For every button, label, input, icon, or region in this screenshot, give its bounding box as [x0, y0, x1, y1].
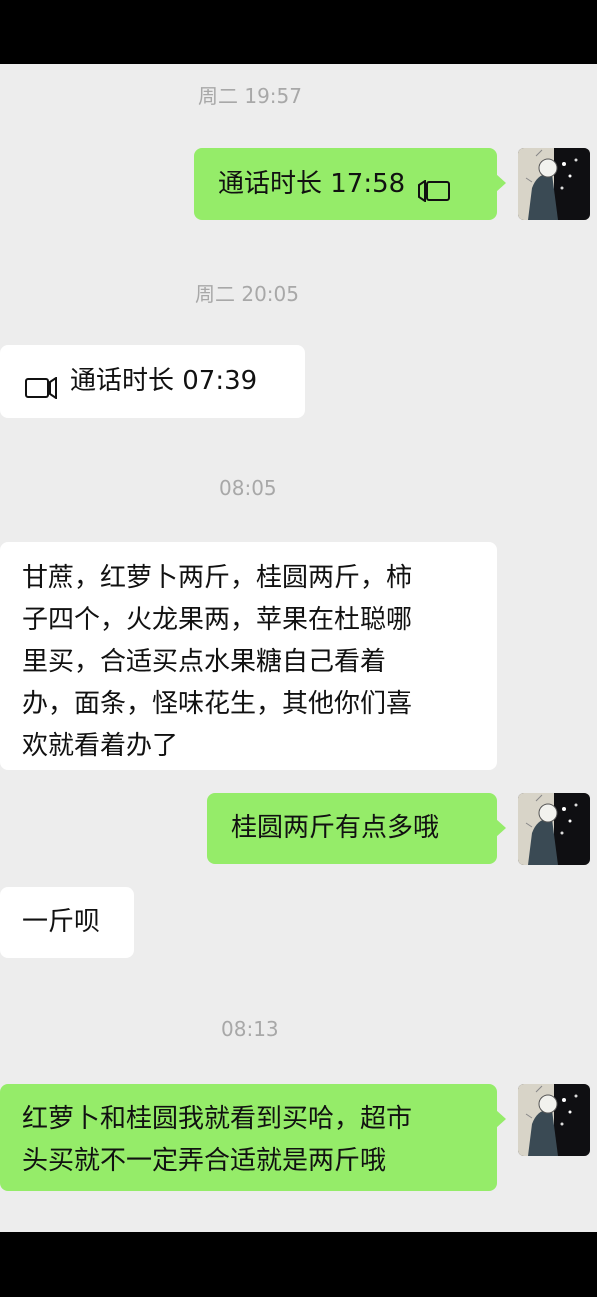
call-duration-text: 通话时长 07:39: [70, 366, 258, 396]
message-bubble-sent[interactable]: 红萝卜和桂圆我就看到买哈，超市 头买就不一定弄合适就是两斤哦: [0, 1084, 506, 1191]
chat-message-list[interactable]: 周二 19:57 通话时长 17:58 周二 20:05 通话时长 07:39 …: [0, 64, 597, 1232]
message-line: 甘蔗，红萝卜两斤，桂圆两斤，柿: [22, 563, 413, 593]
message-line: 子四个，火龙果两，苹果在杜聪哪: [22, 605, 413, 635]
timestamp: 08:05: [219, 476, 277, 500]
call-record-bubble-received[interactable]: 通话时长 07:39: [0, 345, 305, 418]
navigation-bar: [0, 1232, 597, 1297]
message-line: 欢就看着办了: [22, 731, 179, 761]
my-avatar[interactable]: [518, 1084, 590, 1156]
my-avatar[interactable]: [518, 793, 590, 865]
message-bubble-received[interactable]: 一斤呗: [0, 887, 134, 958]
call-record-bubble-sent[interactable]: 通话时长 17:58: [194, 148, 506, 220]
timestamp: 周二 19:57: [198, 84, 302, 108]
timestamp: 08:13: [221, 1017, 279, 1041]
message-line: 头买就不一定弄合适就是两斤哦: [22, 1146, 387, 1176]
message-bubble-sent[interactable]: 桂圆两斤有点多哦: [207, 793, 506, 864]
video-camera-icon: [24, 370, 58, 400]
timestamp: 周二 20:05: [195, 282, 299, 306]
my-avatar[interactable]: [518, 148, 590, 220]
message-text: 桂圆两斤有点多哦: [231, 813, 440, 843]
message-text: 一斤呗: [22, 907, 101, 937]
status-bar: [0, 0, 597, 64]
call-duration-text: 通话时长 17:58: [218, 169, 406, 199]
message-line: 红萝卜和桂圆我就看到买哈，超市: [22, 1104, 413, 1134]
video-camera-icon: [417, 173, 451, 203]
message-line: 里买，合适买点水果糖自己看着: [22, 647, 387, 677]
message-line: 办，面条，怪味花生，其他你们喜: [22, 689, 413, 719]
message-bubble-received[interactable]: 甘蔗，红萝卜两斤，桂圆两斤，柿 子四个，火龙果两，苹果在杜聪哪 里买，合适买点水…: [0, 542, 497, 770]
